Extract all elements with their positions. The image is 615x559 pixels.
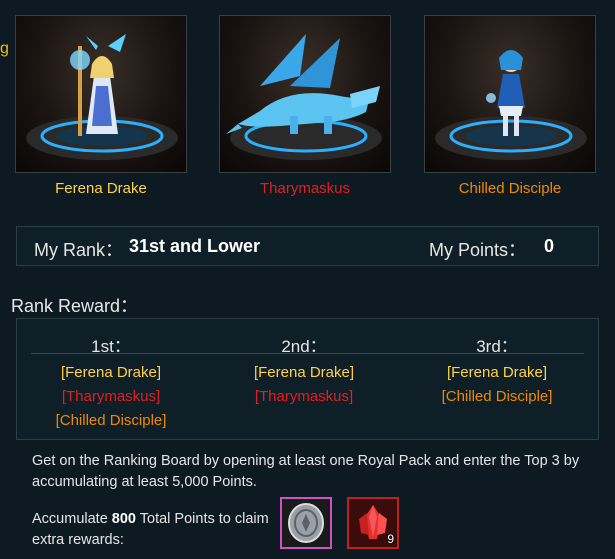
ice-maiden-icon xyxy=(435,50,587,160)
hero-name-tharymaskus: Tharymaskus xyxy=(259,180,351,197)
reward-link[interactable]: [Ferena Drake] xyxy=(31,364,191,381)
table-divider xyxy=(31,353,584,354)
reward-link[interactable]: [Tharymaskus] xyxy=(31,388,191,405)
my-rank-panel: My Rank： 31st and Lower My Points： 0 xyxy=(16,226,599,266)
silver-coin-icon xyxy=(288,503,324,543)
reward-link[interactable]: [Ferena Drake] xyxy=(224,364,384,381)
my-points-label: My Points： xyxy=(429,240,527,260)
ice-dragon-icon xyxy=(226,34,382,160)
extra-reward-red-crystal[interactable]: 9 xyxy=(347,497,399,549)
reward-link[interactable]: [Chilled Disciple] xyxy=(31,412,191,429)
accumulate-text: Accumulate 800 Total Points to claim ext… xyxy=(32,511,269,548)
reward-link[interactable]: [Ferena Drake] xyxy=(417,364,577,381)
item-quantity: 9 xyxy=(387,532,394,546)
reward-link[interactable]: [Chilled Disciple] xyxy=(417,388,577,405)
hero-name-ferena-drake: Ferena Drake xyxy=(55,180,147,197)
hero-name-chilled-disciple: Chilled Disciple xyxy=(458,180,562,197)
ranking-info-text: Get on the Ranking Board by opening at l… xyxy=(32,453,580,490)
clipped-side-text: g xyxy=(0,40,9,57)
rank-reward-title: Rank Reward： xyxy=(11,296,139,316)
hero-card-ferena-drake[interactable] xyxy=(15,15,187,173)
reward-link[interactable]: [Tharymaskus] xyxy=(224,388,384,405)
ice-mage-girl-icon xyxy=(26,34,178,160)
my-points-value: 0 xyxy=(544,236,555,256)
my-rank-label: My Rank： xyxy=(34,240,124,260)
extra-reward-silver-coin[interactable] xyxy=(280,497,332,549)
hero-card-tharymaskus[interactable] xyxy=(219,15,391,173)
hero-card-chilled-disciple[interactable] xyxy=(424,15,596,173)
my-rank-value: 31st and Lower xyxy=(129,236,261,256)
rank-reward-table: 1st： 2nd： 3rd： [Ferena Drake] [Tharymask… xyxy=(16,318,599,440)
